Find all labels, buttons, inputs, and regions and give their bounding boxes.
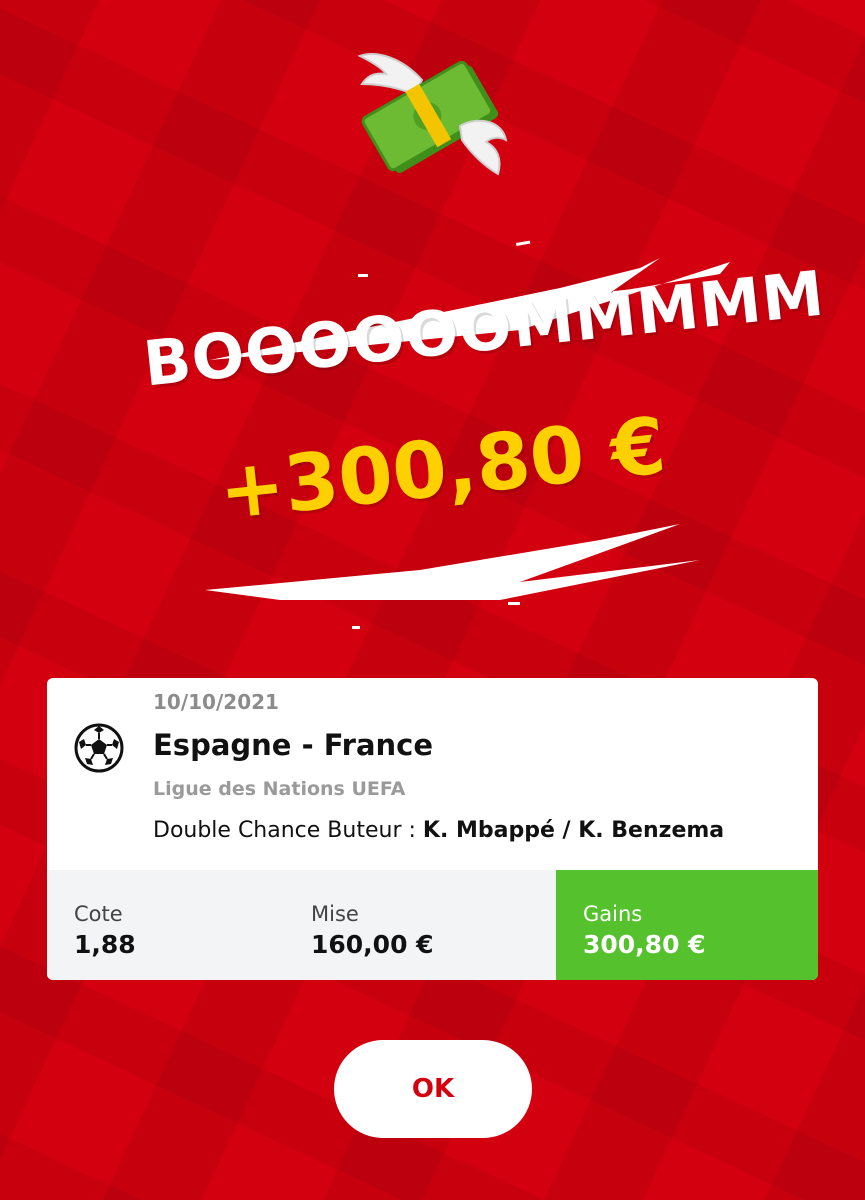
winnings-cell: Gains 300,80 € xyxy=(556,870,818,980)
soccer-ball-icon xyxy=(74,723,124,773)
odds-label: Cote xyxy=(74,902,123,926)
stake-cell: Mise 160,00 € xyxy=(284,870,556,980)
odds-value: 1,88 xyxy=(74,930,136,959)
bet-market: Double Chance Buteur : xyxy=(153,818,416,843)
bet-details: 10/10/2021 Espagne - France Ligue des Na… xyxy=(47,678,818,870)
match-title: Espagne - France xyxy=(153,728,434,762)
bet-card: 10/10/2021 Espagne - France Ligue des Na… xyxy=(47,678,818,980)
league-name: Ligue des Nations UEFA xyxy=(153,778,406,800)
winnings-label: Gains xyxy=(583,902,643,926)
odds-cell: Cote 1,88 xyxy=(47,870,284,980)
stake-value: 160,00 € xyxy=(311,930,434,959)
bet-date: 10/10/2021 xyxy=(153,690,279,714)
winnings-value: 300,80 € xyxy=(583,930,706,959)
stake-label: Mise xyxy=(311,902,359,926)
bet-summary: Cote 1,88 Mise 160,00 € Gains 300,80 € xyxy=(47,870,818,980)
bet-selection: K. Mbappé / K. Benzema xyxy=(422,818,725,843)
bet-selection-line: Double Chance Buteur : K. Mbappé / K. Be… xyxy=(153,818,724,843)
ok-button[interactable]: OK xyxy=(334,1040,532,1138)
